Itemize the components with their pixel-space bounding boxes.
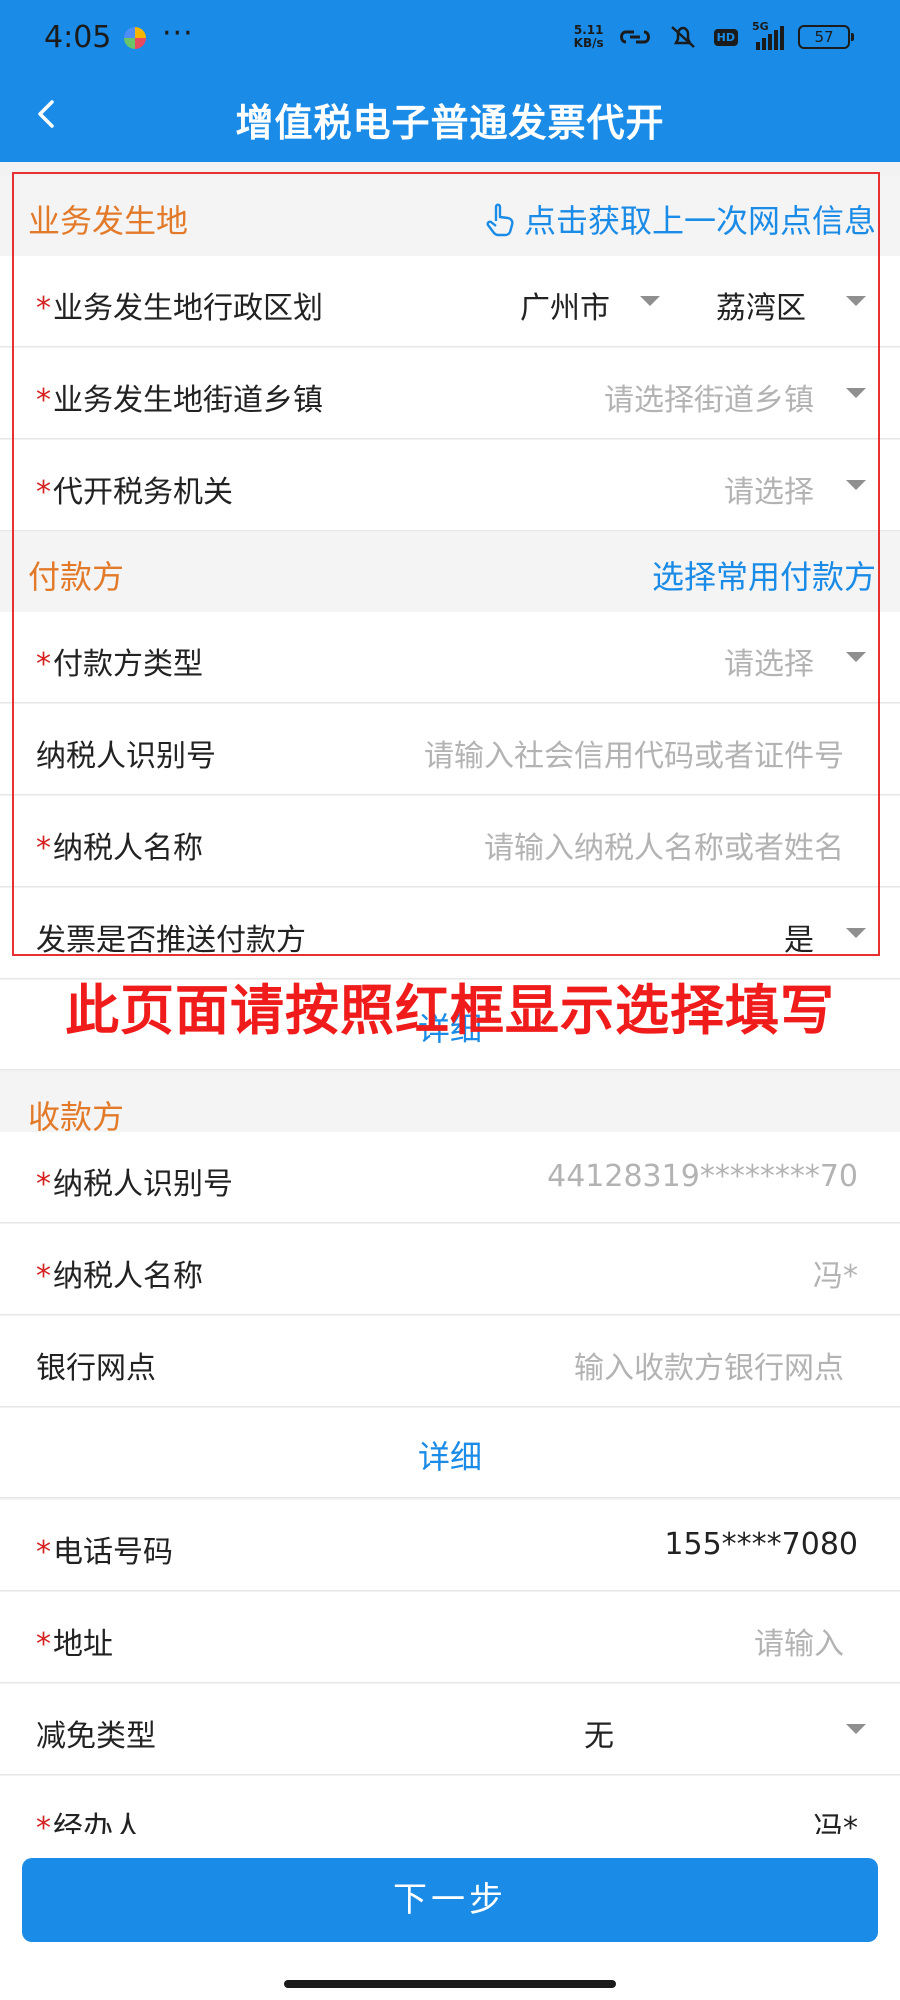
chevron-down-icon [846,1724,866,1734]
more-notifications-icon: ··· [162,16,194,51]
field-label-text: 代开税务机关 [53,475,233,510]
instruction-overlay: 此页面请按照红框显示选择填写 [65,979,835,1042]
tax-office-field[interactable]: *代开税务机关 请选择 [0,440,900,531]
payer-type-select[interactable]: 请选择 [724,639,814,683]
required-mark: * [36,647,51,682]
payer-name-input[interactable]: 请输入纳税人名称或者姓名 [484,823,844,867]
district-select[interactable]: 荔湾区 [716,283,806,327]
address-input[interactable]: 请输入 [754,1619,844,1663]
street-town-field[interactable]: *业务发生地街道乡镇 请选择街道乡镇 [0,348,900,439]
field-label-text: 地址 [53,1627,113,1662]
required-mark: * [36,1811,51,1834]
payer-name-field[interactable]: *纳税人名称 请输入纳税人名称或者姓名 [0,796,900,887]
get-last-outlet-label: 点击获取上一次网点信息 [523,202,876,240]
page-title: 增值税电子普通发票代开 [235,101,665,145]
signal-icon: 5G [752,20,784,50]
status-time: 4:05 [44,20,112,55]
required-mark: * [36,1627,51,1662]
city-select[interactable]: 广州市 [520,283,610,327]
link-icon [619,30,650,44]
handler-field[interactable]: *经办人 冯* [0,1776,900,1834]
status-bar: 4:05 ··· 5.11 KB/s HD 5G 57 [0,0,900,66]
field-label: *业务发生地街道乡镇 [36,375,323,419]
required-mark: * [36,291,51,326]
chevron-down-icon [846,652,866,662]
field-label-text: 纳税人名称 [53,1259,203,1294]
reduction-type-field[interactable]: 减免类型 无 [0,1684,900,1775]
payee-detail-row[interactable]: 详细 [0,1408,900,1498]
street-town-select[interactable]: 请选择街道乡镇 [604,375,814,419]
section-label: 业务发生地 [28,202,189,240]
mute-bell-icon [670,26,695,48]
field-label: *代开税务机关 [36,467,233,511]
field-label-text: 纳税人识别号 [53,1167,233,1202]
push-to-payer-select[interactable]: 是 [784,915,814,959]
battery-icon: 57 [798,25,854,49]
home-indicator[interactable] [284,1980,616,1988]
form-content[interactable]: 业务发生地 点击获取上一次网点信息 *业务发生地行政区划 广州市 荔湾区 *业务… [0,162,900,1834]
reduction-type-select[interactable]: 无 [584,1711,614,1755]
field-label: 减免类型 [36,1719,156,1754]
chevron-down-icon [846,296,866,306]
payer-taxpayer-id-field[interactable]: 纳税人识别号 请输入社会信用代码或者证件号 [0,704,900,795]
field-label-text: 业务发生地行政区划 [53,291,323,326]
field-label-text: 经办人 [53,1811,143,1834]
network-speed: 5.11 KB/s [574,24,604,50]
required-mark: * [36,383,51,418]
chevron-down-icon [846,928,866,938]
next-step-button[interactable]: 下一步 [22,1858,878,1942]
payee-name-field[interactable]: *纳税人名称 冯* [0,1224,900,1315]
hand-pointer-icon [486,203,514,237]
tax-office-select[interactable]: 请选择 [724,467,814,511]
required-mark: * [36,831,51,866]
payee-taxpayer-id-value: 44128319********70 [547,1159,858,1194]
app-header: 增值税电子普通发票代开 [0,66,900,162]
payer-taxpayer-id-input[interactable]: 请输入社会信用代码或者证件号 [424,731,844,775]
required-mark: * [36,1259,51,1294]
field-label: *纳税人名称 [36,1251,203,1295]
required-mark: * [36,1167,51,1202]
hd-icon: HD [713,28,738,46]
address-field[interactable]: *地址 请输入 [0,1592,900,1683]
field-label: *纳税人识别号 [36,1159,233,1203]
payer-type-field[interactable]: *付款方类型 请选择 [0,612,900,703]
field-label: *付款方类型 [36,639,203,683]
field-label-text: 付款方类型 [53,647,203,682]
field-label: *电话号码 [36,1527,173,1571]
admin-division-field[interactable]: *业务发生地行政区划 广州市 荔湾区 [0,256,900,347]
payee-detail-link[interactable]: 详细 [0,1432,900,1478]
chevron-down-icon [640,296,660,306]
section-business-location: 业务发生地 点击获取上一次网点信息 [0,176,900,256]
payee-taxpayer-id-field[interactable]: *纳税人识别号 44128319********70 [0,1132,900,1223]
field-label: 银行网点 [36,1351,156,1386]
get-last-outlet-button[interactable]: 点击获取上一次网点信息 [484,196,876,242]
section-payer: 付款方 选择常用付款方 [0,532,900,612]
field-label: *地址 [36,1619,113,1663]
field-label: 发票是否推送付款方 [36,923,306,958]
field-label-text: 电话号码 [53,1535,173,1570]
field-label-text: 纳税人名称 [53,831,203,866]
footer: 下一步 [0,1834,900,2000]
field-label: *纳税人名称 [36,823,203,867]
field-label-text: 业务发生地街道乡镇 [53,383,323,418]
chevron-down-icon [846,480,866,490]
phone-input[interactable]: 155****7080 [664,1527,858,1562]
bank-outlet-field[interactable]: 银行网点 输入收款方银行网点 [0,1316,900,1407]
chevron-down-icon [846,388,866,398]
status-icons: 5.11 KB/s HD 5G 57 [574,20,854,52]
section-label: 付款方 [28,558,125,596]
handler-input[interactable]: 冯* [813,1803,858,1834]
required-mark: * [36,475,51,510]
phone-field[interactable]: *电话号码 155****7080 [0,1500,900,1591]
field-label: *经办人 [36,1803,143,1834]
network-speed-unit: KB/s [573,36,604,50]
field-label: 纳税人识别号 [36,739,216,774]
network-type: 5G [752,20,769,33]
payee-name-value: 冯* [813,1259,858,1294]
field-label: *业务发生地行政区划 [36,283,323,327]
app-notification-icon [124,27,146,49]
choose-frequent-payer-button[interactable]: 选择常用付款方 [652,552,876,598]
required-mark: * [36,1535,51,1570]
bank-outlet-input[interactable]: 输入收款方银行网点 [574,1343,844,1387]
